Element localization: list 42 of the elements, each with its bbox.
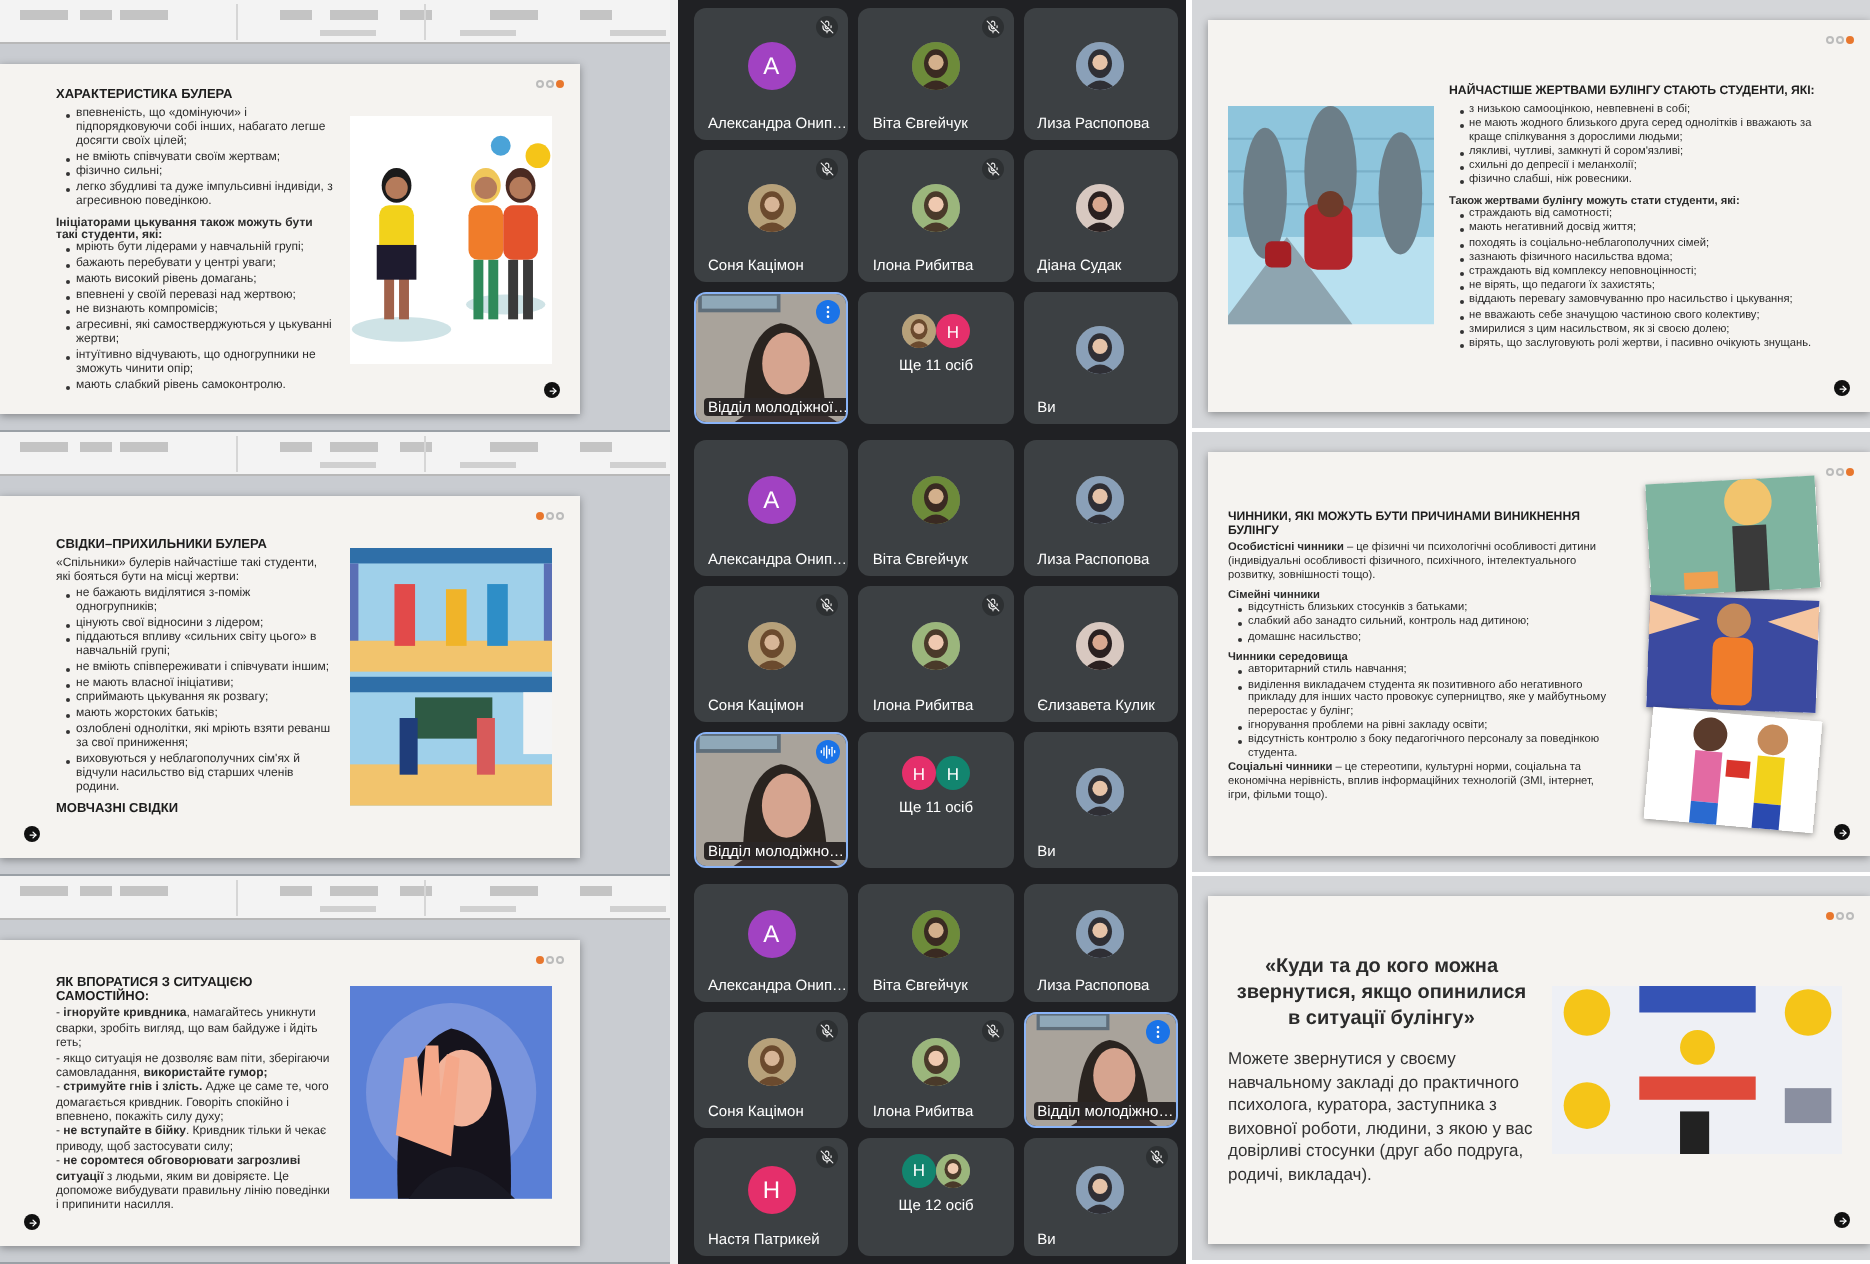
slide-dot[interactable] [536, 80, 544, 88]
bullet-icon [1459, 109, 1464, 114]
bullet-icon [1459, 214, 1464, 219]
slide-dot[interactable] [1836, 468, 1844, 476]
slide-dot[interactable] [1846, 912, 1854, 920]
bullet-icon [1459, 329, 1464, 334]
slide-title: «Куди та до кого можна звернутися, якщо опинилися в ситуації булінгу» [1234, 953, 1529, 1032]
bullet-icon [1459, 300, 1464, 305]
slide-dot[interactable] [1846, 468, 1854, 476]
slide-dot[interactable] [1826, 468, 1834, 476]
slide-dot[interactable] [546, 80, 554, 88]
slide-dot[interactable] [556, 80, 564, 88]
slide-dot[interactable] [546, 512, 554, 520]
avatar: Н [935, 314, 970, 348]
slide-dot[interactable] [1846, 36, 1854, 44]
slide-paragraph: Можете звернутися у своєму навчальному закладі до практичного психолога, куратора, заступника з виховної роботи, людини, з якою у вас довірливі стосунки (друг або подруга, родичі, викладач). [1228, 1048, 1535, 1187]
slide-dot[interactable] [1826, 36, 1834, 44]
avatar: A [747, 476, 796, 524]
slide-dot[interactable] [1836, 912, 1844, 920]
bullet-icon [1459, 151, 1464, 156]
slide-dot[interactable] [536, 956, 544, 964]
bullet-icon [1459, 315, 1464, 320]
bullet-icon [1459, 180, 1464, 185]
bullet-icon [1459, 124, 1464, 129]
bullet-icon [1459, 257, 1464, 262]
slide-dot[interactable] [556, 956, 564, 964]
bullet-icon [1459, 228, 1464, 233]
avatar: A [747, 42, 796, 90]
avatar: Н [935, 756, 970, 790]
bullet-icon [1459, 286, 1464, 291]
avatar: Н [747, 1165, 796, 1214]
slide-dot[interactable] [1826, 912, 1834, 920]
slide-dot[interactable] [546, 956, 554, 964]
bullet-icon [1459, 343, 1464, 348]
bullet-icon [1459, 271, 1464, 276]
bullet-icon [1459, 166, 1464, 171]
slide-dot[interactable] [536, 512, 544, 520]
slide-dot[interactable] [1836, 36, 1844, 44]
avatar: Н [901, 756, 936, 790]
avatar: Н [901, 1153, 936, 1188]
avatar: A [747, 910, 796, 959]
slide-dot[interactable] [556, 512, 564, 520]
